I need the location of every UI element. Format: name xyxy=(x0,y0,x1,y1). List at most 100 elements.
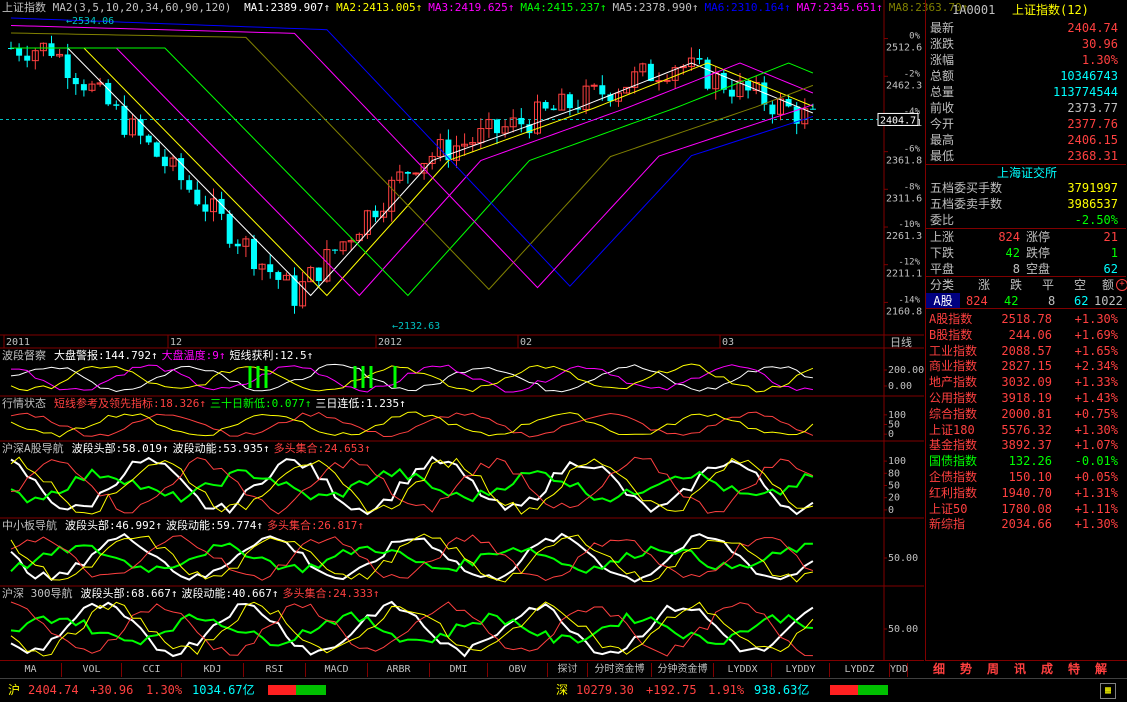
index-row[interactable]: 基金指数 3892.37 +1.07% xyxy=(926,437,1127,453)
pct-tick-label: -2% xyxy=(904,69,921,79)
index-row[interactable]: 综合指数 2000.81 +0.75% xyxy=(926,406,1127,422)
quote-row: 总量 113774544 xyxy=(926,84,1127,100)
sz-down-bar xyxy=(858,685,888,695)
class-header-cell: 额 xyxy=(1102,278,1115,292)
candle-down xyxy=(121,105,128,135)
panel-series-line xyxy=(10,411,814,438)
sh-label: 沪 xyxy=(8,683,21,697)
index-row[interactable]: B股指数 244.06 +1.69% xyxy=(926,327,1127,343)
right-tab[interactable]: 解 xyxy=(1089,662,1113,677)
panel-header: 波段督察 大盘警报:144.792↑ 大盘温度:9↑ 短线获利:12.5↑ xyxy=(2,349,317,363)
ma-legend-item: MA1:2389.907↑ xyxy=(244,1,331,14)
index-price: 132.26 xyxy=(1008,454,1052,469)
right-tab[interactable]: 周 xyxy=(981,662,1005,677)
tab-macd[interactable]: MACD xyxy=(306,663,368,677)
index-row[interactable]: 国债指数 132.26 -0.01% xyxy=(926,453,1127,469)
panel-header: 行情状态 短线参考及领先指标:18.326↑ 三十日新低:0.077↑ 三日连低:1.… xyxy=(2,397,410,411)
index-name: 基金指数 xyxy=(929,438,978,453)
pct-tick-label: -12% xyxy=(898,258,920,268)
index-row[interactable]: 新综指 2034.66 +1.30% xyxy=(926,516,1127,532)
breadth-label: 上涨 xyxy=(930,230,955,244)
class-amount: 1022 xyxy=(1094,294,1123,308)
chart-area[interactable]: 2512.60%2462.3-2%2412.1-4%2361.8-6%2311.… xyxy=(0,0,968,660)
tab-lyddx[interactable]: LYDDX xyxy=(714,663,772,677)
breadth-label: 涨停 xyxy=(1026,230,1051,244)
panel-series-line xyxy=(10,600,814,658)
index-row[interactable]: 企债指数 150.10 +0.05% xyxy=(926,469,1127,485)
ma-legend-item: MA6:2310.164↑ xyxy=(704,1,791,14)
tab-kdj[interactable]: KDJ xyxy=(182,663,244,677)
panel-value: 多头集合:26.817↑ xyxy=(266,519,364,532)
index-row[interactable]: 上证50 1780.08 +1.11% xyxy=(926,501,1127,517)
quote-row: 今开 2377.76 xyxy=(926,116,1127,132)
right-tab[interactable]: 成 xyxy=(1035,662,1059,677)
tab-分钟资金博[interactable]: 分钟资金博 xyxy=(652,663,714,677)
kline-chart[interactable]: 2512.60%2462.3-2%2412.1-4%2361.8-6%2311.… xyxy=(0,0,924,660)
index-row[interactable]: 地产指数 3032.09 +1.33% xyxy=(926,374,1127,390)
indicator-tabs[interactable]: MA VOL CCI KDJ RSI MACD ARBR DMI OBV 探讨 分时资金博 分钟资金博… xyxy=(0,660,924,678)
quote-label: 总量 xyxy=(930,85,955,99)
quote-label: 涨幅 xyxy=(930,53,955,67)
ma8-line xyxy=(10,32,814,291)
index-row[interactable]: 上证180 5576.32 +1.30% xyxy=(926,422,1127,438)
panel-tick-label: 20 xyxy=(888,493,900,504)
candle-down xyxy=(518,117,525,125)
breadth-row: 上涨 824 涨停 21 xyxy=(926,229,1127,245)
index-row[interactable]: 工业指数 2088.57 +1.65% xyxy=(926,343,1127,359)
candle-down xyxy=(153,142,160,157)
right-panel-tabs[interactable]: 细势周讯成特解 xyxy=(925,660,1127,678)
quote-label: 今开 xyxy=(930,117,955,131)
class-header-cell: 涨 xyxy=(978,278,991,292)
index-change: +0.75% xyxy=(1074,406,1118,421)
price-tick-label: 2261.3 xyxy=(886,231,922,242)
index-price: 1940.70 xyxy=(1001,485,1052,500)
index-name: B股指数 xyxy=(929,327,973,342)
right-tab[interactable]: 细 xyxy=(927,662,951,677)
right-tab[interactable]: 讯 xyxy=(1008,662,1032,677)
index-name: 上证50 xyxy=(929,501,968,516)
class-header-cell: 跌 xyxy=(1010,278,1023,292)
index-row[interactable]: 商业指数 2827.15 +2.34% xyxy=(926,358,1127,374)
class-up: 824 xyxy=(966,294,988,308)
quote-value: 10346743 xyxy=(1060,69,1118,83)
candle-down xyxy=(137,118,144,136)
candle-down xyxy=(24,55,31,61)
tab-探讨[interactable]: 探讨 xyxy=(548,663,588,677)
tab-lyddy[interactable]: LYDDY xyxy=(772,663,830,677)
ma-legend-item: MA2:2413.005↑ xyxy=(336,1,423,14)
class-header-row: 分类 涨 跌 平 空 额 + xyxy=(926,277,1127,293)
tab-ma[interactable]: MA xyxy=(0,663,62,677)
index-row[interactable]: A股指数 2518.78 +1.30% xyxy=(926,311,1127,327)
index-row[interactable]: 公用指数 3918.19 +1.43% xyxy=(926,390,1127,406)
class-header-cell: 空 xyxy=(1074,278,1087,292)
tab-arbr[interactable]: ARBR xyxy=(368,663,430,677)
ma-legend-item: MA4:2415.237↑ xyxy=(520,1,607,14)
menu-icon[interactable]: ▦ xyxy=(1100,683,1116,699)
expand-icon[interactable]: + xyxy=(1116,279,1127,291)
tab-lyddz[interactable]: LYDDZ xyxy=(830,663,890,677)
index-price: 150.10 xyxy=(1008,470,1052,484)
panel-value: 波段动能:59.774↑ xyxy=(165,519,263,532)
stock-name: 上证指数(12) xyxy=(1012,3,1089,17)
tab-cci[interactable]: CCI xyxy=(122,663,182,677)
index-change: +2.34% xyxy=(1074,359,1118,374)
ma-legend-item: MA3:2419.625↑ xyxy=(428,1,515,14)
panel-tick-label: 50.00 xyxy=(888,624,918,635)
class-name[interactable]: A股 xyxy=(926,293,960,309)
panel-header: 沪深 300导航 波段头部:68.667↑ 波段动能:40.667↑ 多头集合:24.… xyxy=(2,587,383,601)
tab-vol[interactable]: VOL xyxy=(62,663,122,677)
candle-down xyxy=(226,213,233,244)
sz-amount: 938.63亿 xyxy=(754,683,810,697)
tab-rsi[interactable]: RSI xyxy=(244,663,306,677)
index-row[interactable]: 红利指数 1940.70 +1.31% xyxy=(926,485,1127,501)
tab-分时资金博[interactable]: 分时资金博 xyxy=(588,663,652,677)
right-tab[interactable]: 特 xyxy=(1062,662,1086,677)
right-tab[interactable]: 势 xyxy=(954,662,978,677)
tab-obv[interactable]: OBV xyxy=(488,663,548,677)
index-name: 国债指数 xyxy=(929,454,978,469)
tab-dmi[interactable]: DMI xyxy=(430,663,488,677)
order-label: 五档委买手数 xyxy=(930,181,1003,195)
tab-ydd[interactable]: YDD xyxy=(890,663,908,677)
panel-value: 波段动能:53.935↑ xyxy=(172,442,270,455)
class-data-row: A股 824 42 8 62 1022 xyxy=(926,293,1127,309)
